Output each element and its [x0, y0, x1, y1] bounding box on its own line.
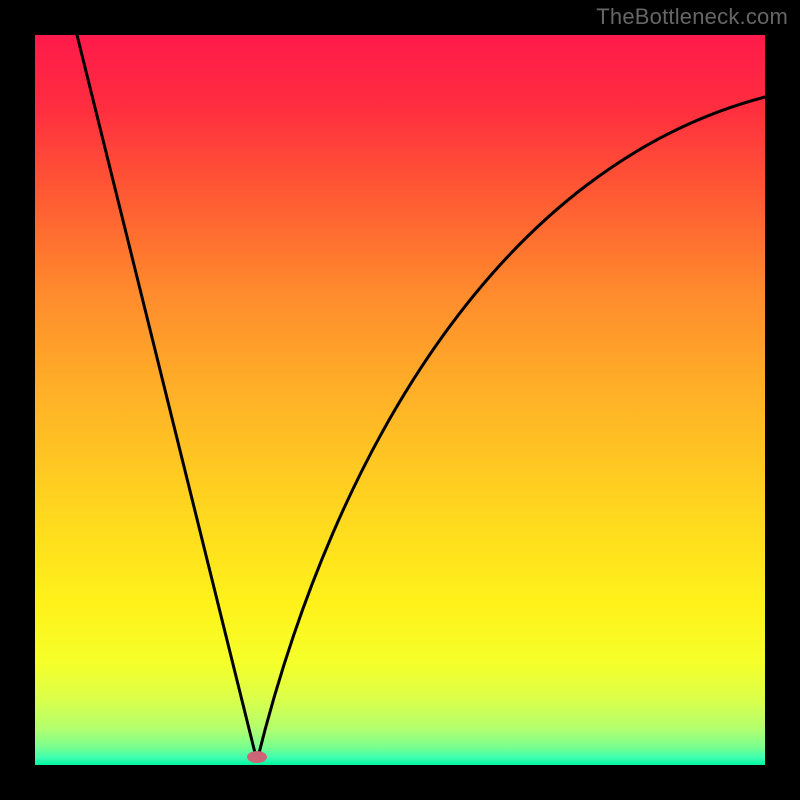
watermark-text: TheBottleneck.com — [596, 4, 788, 30]
plot-area — [35, 35, 765, 765]
minimum-marker — [247, 751, 267, 763]
chart-svg — [35, 35, 765, 765]
chart-frame: { "watermark": "TheBottleneck.com", "gra… — [0, 0, 800, 800]
